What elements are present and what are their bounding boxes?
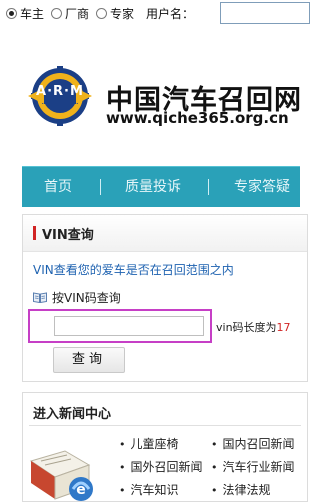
vin-input[interactable]: [54, 316, 204, 336]
radio-manufacturer[interactable]: 厂商: [51, 5, 89, 22]
news-link-domestic-recalls[interactable]: 国内召回新闻: [211, 435, 295, 452]
nav-item-expert-qa[interactable]: 专家答疑: [234, 167, 290, 207]
main-nav: 首页 质量投诉 专家答疑: [22, 166, 300, 207]
news-link-industry-news[interactable]: 汽车行业新闻: [211, 458, 295, 475]
vin-length-number: 17: [276, 321, 291, 334]
nav-divider: [100, 179, 101, 195]
nav-item-home[interactable]: 首页: [44, 167, 72, 207]
emblem-text: A·R·M: [36, 84, 84, 99]
news-illustration-icon: e: [29, 450, 93, 501]
news-link-foreign-recalls[interactable]: 国外召回新闻: [119, 458, 203, 475]
username-input[interactable]: [220, 2, 310, 24]
news-center-panel: 进入新闻中心 e 儿童座椅 国内召回新闻 国外召回新闻 汽车行业新闻 汽车知识 …: [22, 392, 308, 502]
radio-expert[interactable]: 专家: [96, 5, 134, 22]
svg-text:e: e: [76, 482, 86, 498]
vin-input-highlight: [28, 309, 212, 343]
radio-button[interactable]: [6, 7, 17, 19]
site-url: www.qiche365.org.cn: [106, 109, 289, 127]
vin-sub-label: 按VIN码查询: [33, 289, 121, 306]
radio-expert-label: 专家: [110, 6, 135, 21]
vin-sub-label-text: 按VIN码查询: [52, 291, 121, 305]
radio-owner[interactable]: 车主: [6, 5, 44, 22]
vin-length-note: vin码长度为17: [216, 319, 291, 335]
news-center-title[interactable]: 进入新闻中心: [33, 403, 111, 422]
nav-divider: [208, 179, 209, 195]
vin-query-panel: VIN查询 VIN查看您的爱车是否在召回范围之内 按VIN码查询 vin码长度为…: [22, 214, 308, 382]
news-link-car-knowledge[interactable]: 汽车知识: [119, 481, 179, 498]
query-button[interactable]: 查询: [53, 347, 125, 373]
radio-owner-label: 车主: [20, 6, 45, 21]
site-logo[interactable]: A·R·M 中国汽车召回网 www.qiche365.org.cn: [22, 66, 301, 127]
divider: [29, 425, 301, 426]
vin-panel-header: VIN查询: [23, 215, 307, 252]
radio-button[interactable]: [51, 7, 63, 19]
username-label: 用户名：: [146, 6, 195, 21]
book-icon: [33, 292, 47, 303]
vin-panel-title: VIN查询: [42, 228, 94, 243]
news-link-child-seats[interactable]: 儿童座椅: [119, 435, 179, 452]
vin-length-note-text: vin码长度为: [216, 321, 277, 334]
section-marker: [33, 226, 36, 240]
news-link-laws[interactable]: 法律法规: [211, 481, 271, 498]
vin-description-link[interactable]: VIN查看您的爱车是否在召回范围之内: [33, 261, 234, 278]
nav-item-quality-complaint[interactable]: 质量投诉: [125, 167, 181, 207]
radio-manufacturer-label: 厂商: [65, 6, 90, 21]
radio-button[interactable]: [96, 7, 108, 19]
